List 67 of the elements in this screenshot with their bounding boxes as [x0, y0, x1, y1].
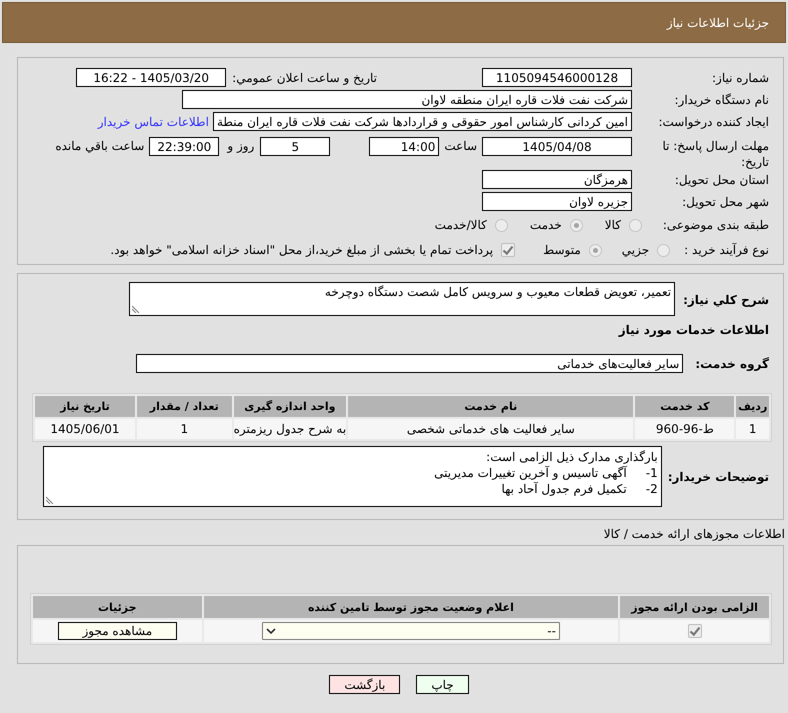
radio-button[interactable]: [657, 244, 670, 256]
field-label: شرح کلي نياز:: [683, 292, 769, 309]
field-label: گروه خدمت:: [695, 356, 769, 372]
table-header-cell: اعلام وضعیت مجوز توسط تامین کننده: [204, 596, 618, 618]
radio-button[interactable]: [629, 218, 642, 232]
field-label: مهلت ارسال پاسخ: تا تاریخ:: [661, 138, 769, 170]
checkbox[interactable]: [501, 243, 516, 257]
table-cell: 1405/06/01: [35, 419, 135, 439]
table-header-cell: تاریخ نیاز: [35, 396, 135, 417]
table-cell: ط-96-960: [635, 419, 734, 439]
page-title: جزئیات اطلاعات نیاز: [666, 14, 769, 32]
radio-label: متوسط: [543, 242, 581, 259]
resize-grip-icon[interactable]: [132, 305, 140, 313]
time-left-field[interactable]: 22:39:00: [149, 137, 220, 156]
field-label: طبقه بندی موضوعی:: [662, 217, 769, 234]
view-license-button[interactable]: مشاهده مجوز: [58, 622, 177, 640]
radio-label: کالا/خدمت: [434, 217, 487, 234]
print-button[interactable]: چاپ: [416, 675, 469, 694]
field-label: نوع فرآیند خرید :: [684, 242, 769, 259]
status-select[interactable]: --: [262, 622, 560, 640]
table-header-cell: تعداد / مقدار: [136, 396, 232, 417]
radio-label: جزيي: [622, 242, 650, 259]
checkbox-label: پرداخت تمام یا بخشی از مبلغ خرید،از محل "اسناد خزانه اسلامی" خواهد بود.: [110, 242, 494, 259]
service-group-field[interactable]: سایر فعالیت‌های خدماتی: [136, 354, 684, 373]
table-header-cell: نام خدمت: [348, 396, 634, 417]
table-header-cell: کد خدمت: [635, 396, 734, 417]
radio-button[interactable]: [494, 218, 508, 232]
table-cell: سایر فعالیت های خدماتی شخصی: [348, 419, 634, 439]
announce-date-field[interactable]: 1405/03/20 - 16:22: [76, 68, 226, 87]
field-label: توضیحات خریدار:: [668, 468, 769, 486]
field-label: استان محل تحویل:: [674, 172, 769, 188]
field-label: ساعت: [444, 138, 477, 155]
resize-grip-icon[interactable]: [46, 496, 54, 504]
field-label: تاریخ و ساعت اعلان عمومي:: [232, 70, 377, 86]
table-cell: به شرح جدول ریزمتره: [234, 419, 346, 439]
radio-label: خدمت: [530, 217, 562, 234]
contact-link[interactable]: اطلاعات تماس خریدار: [98, 112, 209, 130]
days-left-field[interactable]: 5: [260, 137, 330, 156]
field-label: شهر محل تحویل:: [681, 194, 769, 210]
radio-button[interactable]: [570, 218, 583, 232]
field-label: ایجاد کننده درخواست:: [657, 114, 769, 130]
radio-button[interactable]: [588, 244, 602, 256]
back-button[interactable]: بازگشت: [329, 675, 400, 694]
deadline-time-field[interactable]: 14:00: [369, 137, 440, 156]
table-header-cell: ردیف: [736, 396, 769, 417]
deadline-date-field[interactable]: 1405/04/08: [482, 137, 632, 156]
table-header-cell: واحد اندازه گیری: [234, 396, 346, 417]
requester-field[interactable]: امین کردانی کارشناس امور حقوقی و قراردادها شرکت نفت فلات قاره ایران منطة: [212, 112, 632, 131]
radio-label: کالا: [604, 217, 621, 234]
chevron-down-icon: [266, 628, 276, 634]
field-label: روز و: [227, 138, 254, 155]
table-cell: 1: [136, 419, 232, 439]
section-heading: اطلاعات خدمات مورد نیاز: [618, 322, 769, 338]
table-header-cell: الزامی بودن ارائه مجوز: [620, 596, 769, 618]
need-number-field[interactable]: 1105094546000128: [482, 68, 632, 87]
buyer-notes-field[interactable]: بارگذاری مدارک ذیل الزامی است: 1- آگهی تاسیس و آخرین تغییرات مدیریتی 2- تکمیل فرم جدول آحاد بها: [42, 446, 662, 507]
table-cell: 1: [736, 419, 769, 439]
field-label: شماره نیاز:: [711, 70, 769, 86]
section-heading: اطلاعات مجوزهای ارائه خدمت / کالا: [604, 526, 786, 542]
description-field[interactable]: تعمیر، تعویض قطعات معیوب و سرویس کامل شصت دستگاه دوچرخه: [129, 282, 676, 316]
table-header-cell: جزئیات: [33, 596, 202, 618]
checkbox[interactable]: [688, 624, 702, 638]
city-field[interactable]: جزیره لاوان: [482, 192, 632, 211]
buyer-org-field[interactable]: شرکت نفت فلات قاره ایران منطقه لاوان: [182, 90, 632, 109]
field-label: ساعت باقي مانده: [55, 138, 144, 155]
province-field[interactable]: هرمزگان: [482, 170, 632, 189]
field-label: نام دستگاه خریدار:: [674, 92, 769, 108]
